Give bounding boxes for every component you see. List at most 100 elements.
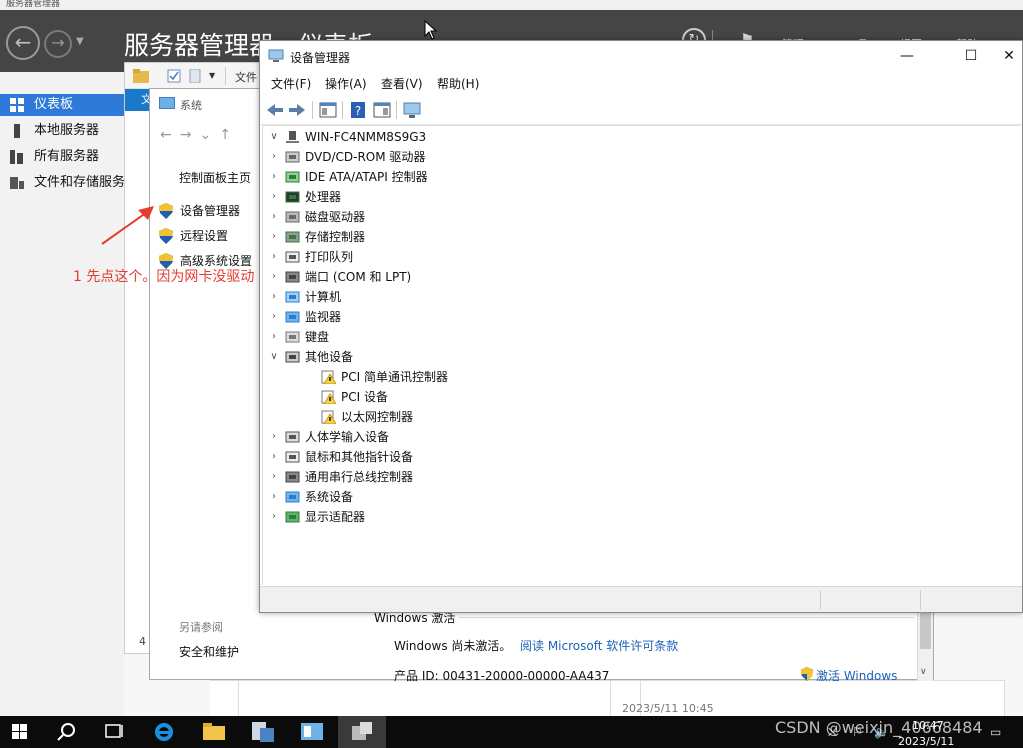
ie-icon[interactable]	[140, 716, 188, 748]
device-category[interactable]: › 显示适配器	[272, 507, 685, 527]
menu-help[interactable]: 帮助(H)	[437, 75, 479, 92]
notification-center-icon[interactable]: ▭	[990, 725, 1001, 739]
folder-icon[interactable]	[133, 69, 149, 83]
warning-device-icon	[321, 410, 336, 424]
device-category[interactable]: › 通用串行总线控制器	[272, 467, 685, 487]
device-category[interactable]: › 键盘	[272, 327, 685, 347]
expand-chevron-icon[interactable]: ›	[269, 207, 279, 227]
forward-button[interactable]: →	[44, 30, 72, 58]
control-panel-home-link[interactable]: 控制面板主页	[179, 169, 251, 186]
minimize-button[interactable]: —	[884, 41, 930, 71]
expand-chevron-icon[interactable]: ›	[269, 147, 279, 167]
task-view-icon[interactable]	[90, 716, 138, 748]
device-category[interactable]: › 鼠标和其他指针设备	[272, 447, 685, 467]
file-explorer-icon[interactable]	[190, 716, 238, 748]
sidebar-item-all-servers[interactable]: 所有服务器	[0, 146, 124, 168]
device-category[interactable]: › 磁盘驱动器	[272, 207, 685, 227]
system-nav-arrows[interactable]: ←→⌄↑	[160, 127, 239, 143]
keyboard-icon	[285, 331, 300, 343]
expand-chevron-icon[interactable]: ›	[269, 247, 279, 267]
start-icon[interactable]	[0, 716, 48, 748]
device-item[interactable]: PCI 简单通讯控制器	[321, 367, 721, 387]
back-arrow-icon[interactable]	[265, 100, 285, 120]
scrollbar-thumb[interactable]	[920, 611, 931, 649]
expand-chevron-icon[interactable]: ›	[269, 487, 279, 507]
activate-windows-link[interactable]: 激活 Windows	[816, 667, 897, 684]
menu-view[interactable]: 查看(V)	[381, 75, 423, 92]
back-button[interactable]: ←	[6, 26, 40, 60]
expand-chevron-icon[interactable]: ›	[269, 427, 279, 447]
statusbar-divider	[820, 590, 821, 610]
device-category[interactable]: › 存储控制器	[272, 227, 685, 247]
uac-shield-icon	[800, 667, 814, 681]
server-manager-icon[interactable]	[238, 716, 286, 748]
history-dropdown-icon[interactable]: ▼	[76, 36, 84, 47]
uac-shield-icon	[159, 228, 173, 244]
security-maintenance-link[interactable]: 安全和维护	[179, 643, 239, 660]
device-category[interactable]: › 打印队列	[272, 247, 685, 267]
sidebar-item-label: 所有服务器	[34, 149, 100, 164]
control-panel-icon[interactable]	[288, 716, 336, 748]
sidebar-item-local-server[interactable]: 本地服务器	[0, 120, 124, 142]
properties-pane-icon[interactable]	[372, 100, 392, 120]
close-button[interactable]: ✕	[986, 41, 1023, 71]
qat-dropdown-icon[interactable]: ▼	[209, 71, 215, 80]
device-manager-taskbar-icon[interactable]	[338, 716, 386, 748]
device-category[interactable]: › 人体学输入设备	[272, 427, 685, 447]
scroll-down-icon[interactable]: ∨	[920, 667, 927, 677]
device-label: 系统设备	[305, 490, 354, 504]
expand-chevron-icon[interactable]: ›	[269, 507, 279, 527]
scan-hardware-icon[interactable]	[402, 100, 422, 120]
tree-root[interactable]: ∨ WIN-FC4NMM8S9G3	[263, 127, 563, 147]
expand-chevron-icon[interactable]: ›	[269, 467, 279, 487]
expand-chevron-icon[interactable]: ›	[269, 227, 279, 247]
remote-settings-link[interactable]: 远程设置	[158, 226, 228, 246]
device-category[interactable]: › 监视器	[272, 307, 685, 327]
properties-icon[interactable]	[167, 69, 181, 83]
device-item[interactable]: 以太网控制器	[321, 407, 721, 427]
search-icon[interactable]	[42, 716, 90, 748]
device-category[interactable]: ∨ 其他设备	[270, 347, 685, 367]
new-item-icon[interactable]	[189, 69, 201, 83]
device-category[interactable]: › 处理器	[272, 187, 685, 207]
device-category[interactable]: › DVD/CD-ROM 驱动器	[272, 147, 685, 167]
collapse-chevron-icon[interactable]: ∨	[269, 347, 279, 367]
qat-divider	[225, 67, 226, 85]
explorer-file-tab[interactable]: 文件	[235, 69, 257, 85]
menu-file[interactable]: 文件(F)	[271, 75, 311, 92]
device-category[interactable]: › 端口 (COM 和 LPT)	[272, 267, 685, 287]
statusbar-divider	[920, 590, 921, 610]
see-also-heading: 另请参阅	[179, 621, 223, 634]
device-manager-toolbar: ?	[260, 95, 1022, 125]
expand-chevron-icon[interactable]: ›	[269, 167, 279, 187]
device-label: 端口 (COM 和 LPT)	[305, 270, 412, 284]
sidebar-item-file-storage[interactable]: 文件和存储服务	[0, 172, 124, 194]
expand-chevron-icon[interactable]: ›	[269, 267, 279, 287]
tile-divider	[1004, 681, 1005, 717]
menu-action[interactable]: 操作(A)	[325, 75, 367, 92]
device-item[interactable]: PCI 设备	[321, 387, 721, 407]
help-icon[interactable]: ?	[348, 100, 368, 120]
disk-drive-icon	[285, 211, 300, 223]
forward-arrow-icon[interactable]	[287, 100, 307, 120]
mouse-cursor-icon	[424, 20, 438, 40]
device-category[interactable]: › 系统设备	[272, 487, 685, 507]
device-category[interactable]: › 计算机	[272, 287, 685, 307]
system-device-icon	[285, 491, 300, 503]
system-scrollbar[interactable]: ∨	[917, 609, 933, 681]
license-terms-link[interactable]: 阅读 Microsoft 软件许可条款	[520, 637, 678, 654]
sidebar-item-dashboard[interactable]: 仪表板	[0, 94, 124, 116]
expand-chevron-icon[interactable]: ›	[269, 287, 279, 307]
device-manager-link[interactable]: 设备管理器	[158, 201, 240, 221]
show-hide-tree-icon[interactable]	[318, 100, 338, 120]
unknown-device-icon	[285, 351, 300, 363]
display-adapter-icon	[285, 511, 300, 523]
expand-chevron-icon[interactable]: ›	[269, 327, 279, 347]
expand-chevron-icon[interactable]: ›	[269, 187, 279, 207]
device-label: 处理器	[305, 190, 342, 204]
expand-chevron-icon[interactable]: ›	[269, 447, 279, 467]
collapse-chevron-icon[interactable]: ∨	[269, 127, 279, 147]
device-category[interactable]: › IDE ATA/ATAPI 控制器	[272, 167, 685, 187]
dvd-icon	[285, 151, 300, 163]
expand-chevron-icon[interactable]: ›	[269, 307, 279, 327]
